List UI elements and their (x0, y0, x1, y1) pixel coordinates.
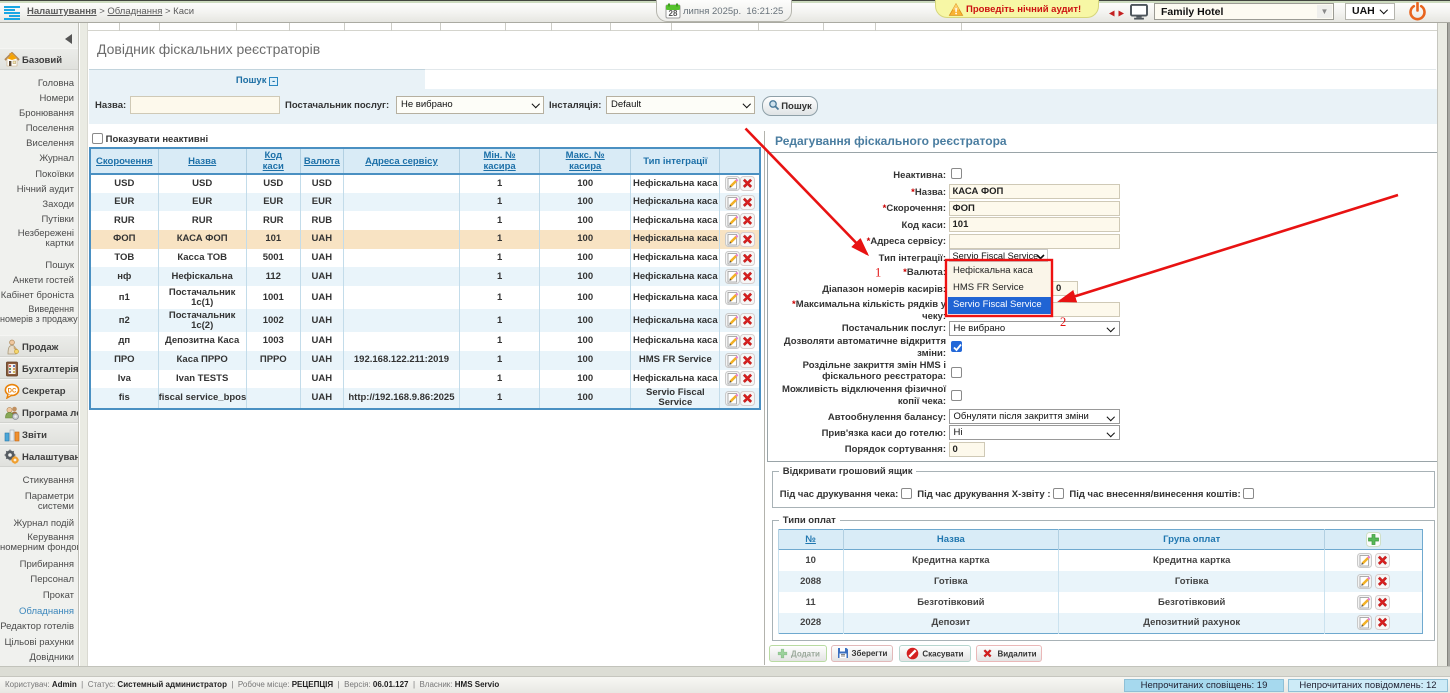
svg-text:28: 28 (669, 9, 678, 18)
svg-text:DC: DC (8, 388, 17, 394)
